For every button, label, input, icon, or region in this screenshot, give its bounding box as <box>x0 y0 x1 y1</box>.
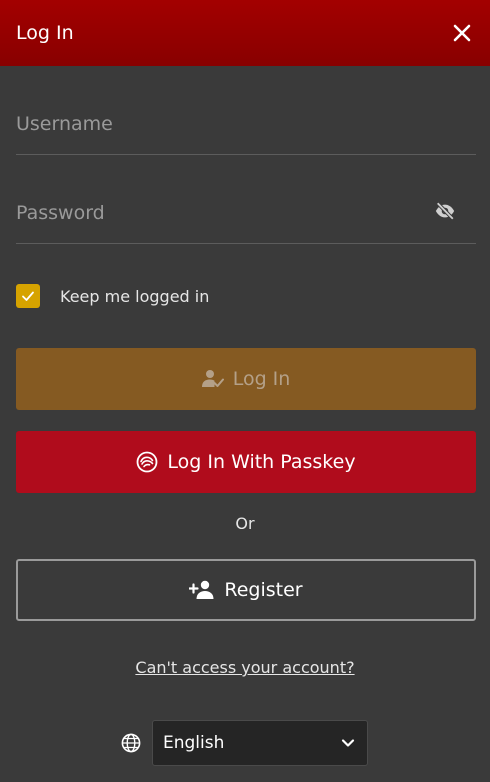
cant-access-link[interactable]: Can't access your account? <box>135 658 354 677</box>
check-icon <box>22 291 34 301</box>
passkey-login-button[interactable]: Log In With Passkey <box>16 431 476 493</box>
login-modal: Log In Keep me logged in <box>0 0 490 782</box>
register-button[interactable]: Register <box>16 559 476 621</box>
language-select-value: English <box>163 733 225 753</box>
login-button[interactable]: Log In <box>16 348 476 410</box>
remember-me-label: Keep me logged in <box>60 286 210 306</box>
remember-me-row: Keep me logged in <box>16 284 209 308</box>
login-button-label: Log In <box>232 368 291 390</box>
user-check-icon <box>201 369 224 389</box>
close-icon[interactable] <box>450 21 474 45</box>
password-field-container <box>16 184 476 244</box>
username-field-container <box>16 95 476 155</box>
user-plus-icon <box>189 580 215 600</box>
modal-title: Log In <box>16 22 74 44</box>
eye-slash-icon[interactable] <box>434 200 456 222</box>
or-separator: Or <box>235 514 255 533</box>
language-select[interactable]: English <box>152 720 368 766</box>
cant-access-container: Can't access your account? <box>0 658 490 677</box>
remember-me-checkbox[interactable] <box>16 284 40 308</box>
username-input[interactable] <box>16 95 416 153</box>
passkey-icon <box>136 451 158 473</box>
password-input[interactable] <box>16 184 416 242</box>
register-button-label: Register <box>224 579 303 601</box>
passkey-button-label: Log In With Passkey <box>167 451 356 473</box>
modal-header: Log In <box>0 0 490 66</box>
chevron-down-icon <box>341 733 355 753</box>
globe-icon <box>120 732 142 754</box>
language-row: English <box>120 720 368 766</box>
